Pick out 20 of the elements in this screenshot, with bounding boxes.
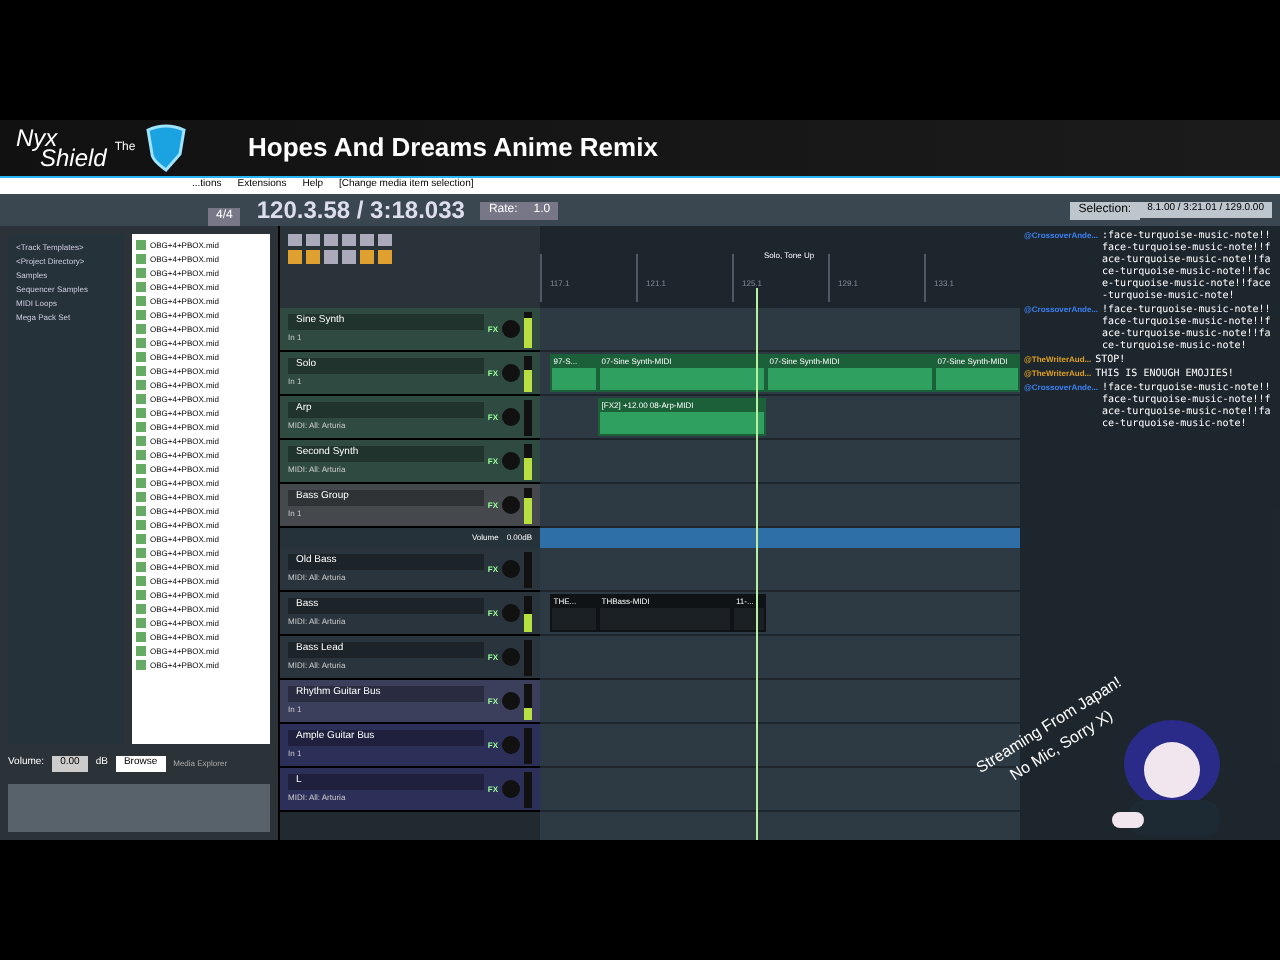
volume-knob[interactable] xyxy=(502,648,520,666)
volume-knob[interactable] xyxy=(502,736,520,754)
volume-knob[interactable] xyxy=(502,692,520,710)
level-meter xyxy=(524,443,532,479)
level-meter xyxy=(524,487,532,523)
volume-knob[interactable] xyxy=(502,560,520,578)
volume-knob[interactable] xyxy=(502,604,520,622)
volume-knob[interactable] xyxy=(502,320,520,338)
envelope-lane[interactable] xyxy=(540,528,1020,548)
volume-knob[interactable] xyxy=(502,452,520,470)
level-meter xyxy=(524,311,532,347)
level-meter xyxy=(524,595,532,631)
level-meter xyxy=(524,355,532,391)
level-meter xyxy=(524,683,532,719)
volume-knob[interactable] xyxy=(502,364,520,382)
stream-title: Hopes And Dreams Anime Remix xyxy=(248,130,658,167)
time-position: 120.3.58 / 3:18.033 xyxy=(256,194,465,228)
volume-knob[interactable] xyxy=(502,780,520,798)
volume-knob[interactable] xyxy=(502,408,520,426)
volume-knob[interactable] xyxy=(502,496,520,514)
